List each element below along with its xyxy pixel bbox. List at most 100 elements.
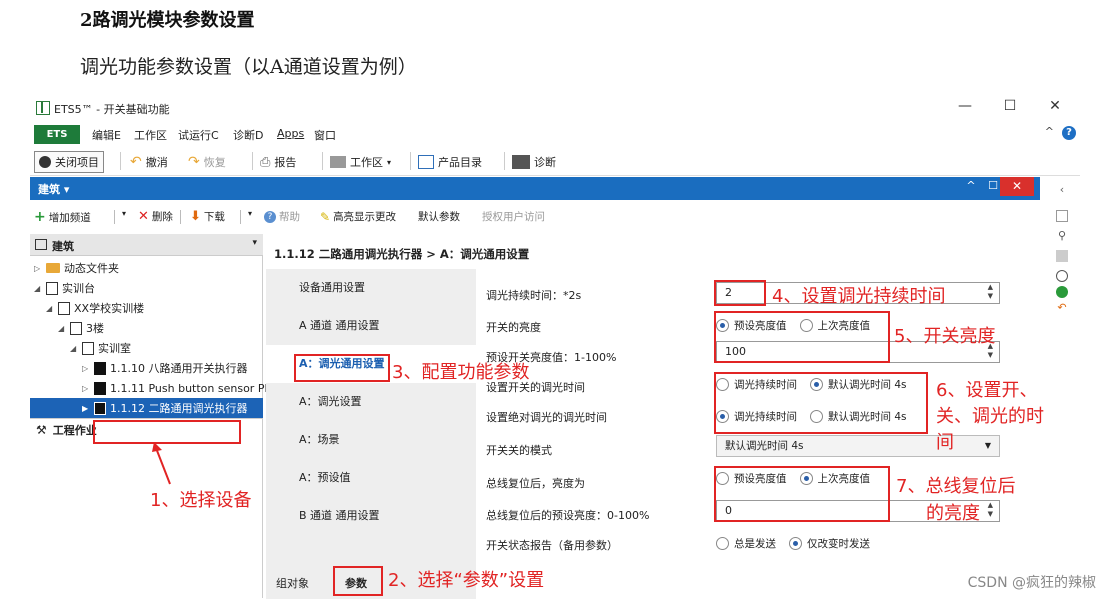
panel-title[interactable]: 建筑 ▾ (38, 181, 69, 197)
tree-item-label: 实训台 (62, 282, 95, 295)
nav-item-channel-b-general[interactable]: B 通道 通用设置 (266, 497, 476, 535)
chevron-down-icon[interactable]: ▾ (252, 238, 257, 248)
tree-item-label: 1.1.11 Push button sensor Plu... (110, 381, 285, 395)
expand-arrow-icon[interactable]: ▷ (82, 384, 90, 393)
panel-close-button[interactable]: ✕ (1000, 177, 1034, 196)
spinner-arrows-icon[interactable]: ▲ ▼ (988, 283, 993, 301)
switch-mode-select[interactable]: 默认调光时间 4s ▼ (716, 435, 1000, 457)
tab-group-objects[interactable]: 组对象 (276, 575, 309, 591)
annotation-bus-recovery-line2: 的亮度 (926, 503, 980, 524)
tree-item-label: 实训室 (98, 342, 131, 355)
close-project-button[interactable]: 关闭项目 (34, 151, 104, 173)
authorize-access-button[interactable]: 授权用户访问 (482, 209, 545, 224)
menu-window[interactable]: 窗口 (314, 127, 336, 143)
status-report-label: 开关状态报告（备用参数） (486, 539, 618, 552)
collapse-arrow-icon[interactable]: ◢ (70, 344, 78, 353)
help-icon[interactable]: ? (1062, 126, 1076, 140)
toolbar-separator (120, 152, 121, 170)
parameter-nav: 设备通用设置 A 通道 通用设置 A：调光通用设置 A：调光设置 A：场景 A：… (266, 269, 476, 599)
workspace-icon (330, 156, 346, 168)
tree-item-training-room[interactable]: ◢ 实训室 (70, 338, 131, 358)
highlight-box-parameters-tab (333, 566, 383, 596)
close-window-button[interactable]: ✕ (1040, 98, 1070, 114)
plus-icon: + (34, 209, 46, 225)
menu-edit[interactable]: 编辑E (92, 127, 121, 143)
annotation-bus-recovery-line1: 7、总线复位后 (896, 476, 1016, 497)
list-icon[interactable] (1056, 250, 1068, 262)
undo-icon[interactable]: ↶ (1056, 302, 1068, 314)
redo-button[interactable]: ↷ 恢复 (188, 151, 226, 173)
tools-icon: ⚒ (36, 422, 47, 437)
printer-icon: ⎙ (260, 154, 271, 170)
breadcrumb: 1.1.12 二路通用调光执行器 > A：调光通用设置 (274, 247, 530, 261)
add-channel-label: 增加频道 (48, 211, 91, 224)
properties-icon[interactable] (1056, 210, 1068, 222)
tree-item-device-1-1-12[interactable]: ▶ 1.1.12 二路通用调光执行器 (30, 398, 263, 418)
annotation-dim-times-line3: 间 (936, 432, 954, 453)
help-button[interactable]: ? 帮助 (264, 209, 300, 224)
expand-arrow-icon[interactable]: ▶ (82, 404, 90, 413)
collapse-arrow-icon[interactable]: ◢ (46, 304, 54, 313)
report-button[interactable]: ⎙ 报告 (260, 151, 296, 173)
collapse-ribbon-icon[interactable]: ^ (1045, 125, 1054, 138)
expand-arrow-icon[interactable]: ▷ (82, 364, 90, 373)
status-report-on-change-radio[interactable] (789, 536, 802, 550)
nav-item-channel-a-general[interactable]: A 通道 通用设置 (266, 307, 476, 345)
tree-item-training-rig[interactable]: ◢ 实训台 (34, 278, 95, 298)
catalog-button[interactable]: 产品目录 (418, 151, 482, 173)
chevron-left-icon[interactable]: ‹ (1056, 184, 1068, 196)
undo-button[interactable]: ↶ 撤消 (130, 151, 168, 173)
tree-item-device-1-1-10[interactable]: ▷ 1.1.10 八路通用开关执行器 (82, 358, 247, 378)
catalog-label: 产品目录 (438, 156, 482, 169)
nav-item-a-dim-settings[interactable]: A：调光设置 (266, 383, 476, 421)
menu-apps[interactable]: Apps (277, 127, 304, 140)
tree-header[interactable]: 建筑 ▾ (30, 234, 263, 256)
diagnostics-button[interactable]: 诊断 (512, 151, 556, 173)
window-title: ETS5™ - 开关基础功能 (54, 103, 170, 116)
highlight-changes-button[interactable]: ✎ 高亮显示更改 (320, 209, 396, 224)
toolbar-separator (410, 152, 411, 170)
tree-item-dynamic-folders[interactable]: ▷ 动态文件夹 (34, 258, 119, 278)
menu-workspace[interactable]: 工作区 (134, 127, 167, 143)
collapse-arrow-icon[interactable]: ◢ (34, 284, 42, 293)
chevron-down-icon: ▾ (387, 157, 392, 167)
spinner-arrows-icon[interactable]: ▲ ▼ (988, 501, 993, 519)
undo-icon: ↶ (130, 154, 142, 170)
dropdown-arrow[interactable]: ▾ (122, 209, 126, 218)
clock-icon[interactable] (1056, 270, 1068, 282)
download-button[interactable]: ⬇ 下载 (190, 209, 225, 224)
status-report-always-radio[interactable] (716, 536, 729, 550)
authorize-access-label: 授权用户访问 (482, 211, 545, 223)
default-params-button[interactable]: 默认参数 (418, 209, 460, 224)
search-icon[interactable]: ⚲ (1056, 230, 1068, 242)
tree-item-school-building[interactable]: ◢ XX学校实训楼 (46, 298, 144, 318)
nav-item-a-preset[interactable]: A：预设值 (266, 459, 476, 497)
workspace-button[interactable]: 工作区 ▾ (330, 151, 391, 173)
tree-item-floor-3[interactable]: ◢ 3楼 (58, 318, 104, 338)
ets-tab[interactable]: ETS (34, 125, 80, 144)
maximize-button[interactable]: ☐ (995, 98, 1025, 114)
delete-icon: ✕ (138, 209, 149, 224)
catalog-icon (418, 155, 434, 169)
add-channel-button[interactable]: + 增加频道 (34, 209, 91, 225)
delete-button[interactable]: ✕ 删除 (138, 209, 173, 224)
tree-item-label: 1.1.10 八路通用开关执行器 (110, 362, 248, 375)
menu-commissioning[interactable]: 试运行C (178, 127, 219, 143)
tree-item-device-1-1-11[interactable]: ▷ 1.1.11 Push button sensor Plu... (82, 378, 285, 398)
dropdown-arrow[interactable]: ▾ (248, 209, 252, 218)
menu-diagnostics[interactable]: 诊断D (233, 127, 263, 143)
chevron-down-icon: ▼ (984, 441, 991, 450)
collapse-arrow-icon[interactable]: ◢ (58, 324, 66, 333)
actionbar-separator (114, 210, 115, 224)
nav-item-device-general[interactable]: 设备通用设置 (266, 269, 476, 307)
play-icon[interactable] (1056, 286, 1068, 298)
minimize-button[interactable]: — (950, 98, 980, 114)
building-icon (46, 281, 58, 295)
highlight-box-switch-brightness (714, 311, 890, 363)
panel-minimize-button[interactable]: ^ (960, 179, 982, 192)
floor-icon (70, 321, 82, 335)
nav-item-a-scene[interactable]: A：场景 (266, 421, 476, 459)
expand-arrow-icon[interactable]: ▷ (34, 264, 42, 273)
tree-item-label: XX学校实训楼 (74, 302, 145, 315)
tree-header-label: 建筑 (52, 240, 74, 253)
